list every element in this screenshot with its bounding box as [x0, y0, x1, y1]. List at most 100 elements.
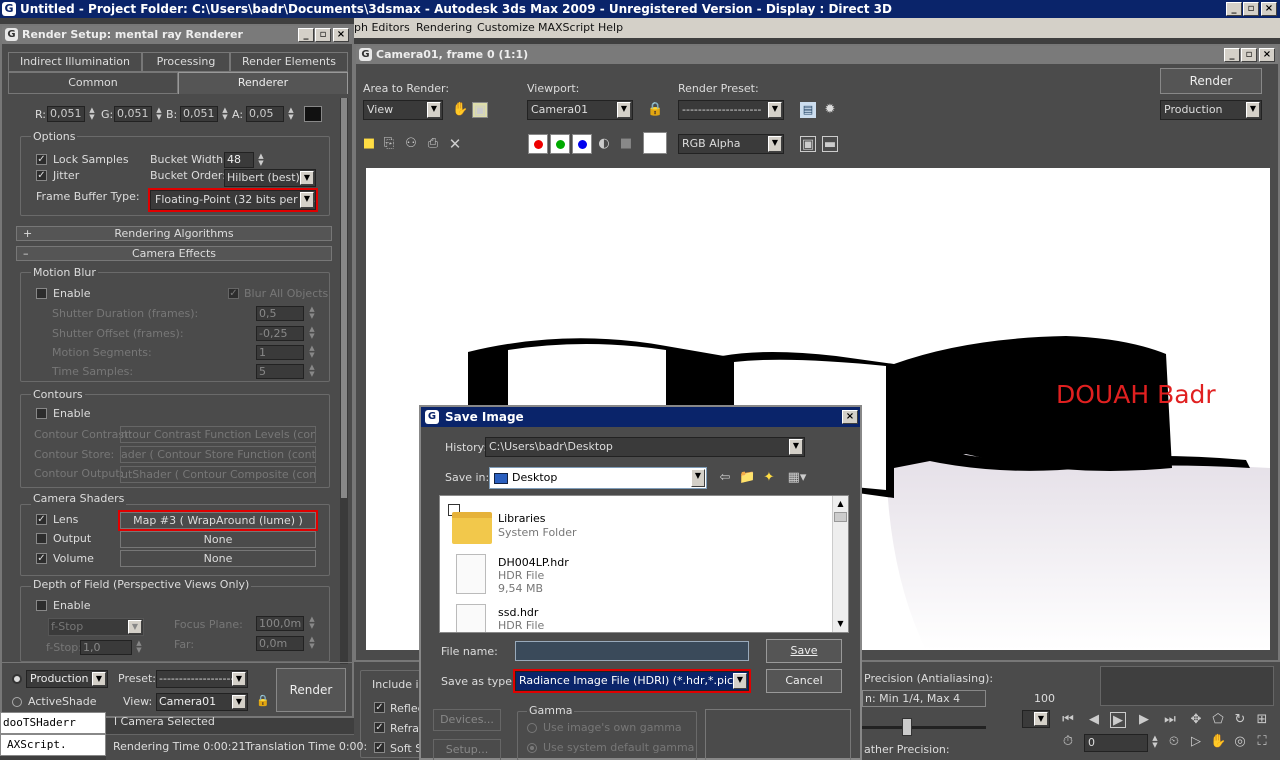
- contour-output-button[interactable]: utShader ( Contour Composite (contour) ): [120, 466, 316, 483]
- pan-icon[interactable]: ✋: [1210, 734, 1226, 750]
- fstop-spinner[interactable]: ▲ ▼: [134, 640, 144, 654]
- file-list-scrollbar[interactable]: ▲ ▼: [832, 496, 848, 632]
- focus-plane-field[interactable]: 100,0m: [256, 616, 304, 631]
- b-spinner[interactable]: ▲ ▼: [220, 107, 230, 121]
- r-spinner[interactable]: ▲ ▼: [87, 107, 97, 121]
- volume-shader-button[interactable]: None: [120, 550, 316, 567]
- view-dropdown[interactable]: Camera01 ▼: [156, 693, 248, 711]
- maxscript-listener[interactable]: dooTSHaderr: [0, 712, 106, 734]
- tab-render-elements[interactable]: Render Elements: [230, 52, 348, 72]
- viewport-dropdown[interactable]: Camera01 ▼: [527, 100, 633, 120]
- zoom-extents-icon[interactable]: ⊞: [1254, 712, 1270, 728]
- shutter-duration-field[interactable]: 0,5: [256, 306, 304, 321]
- menu-rendering[interactable]: Rendering: [416, 21, 472, 34]
- maxscript-mini[interactable]: AXScript.: [0, 734, 106, 756]
- volume-checkbox[interactable]: ✓: [36, 553, 47, 564]
- restore-button[interactable]: ▫: [315, 28, 331, 42]
- devices-button[interactable]: Devices...: [433, 709, 501, 731]
- dof-mode-dropdown[interactable]: f-Stop ▼: [48, 618, 144, 636]
- color-swatch[interactable]: [304, 106, 322, 122]
- view-menu-icon[interactable]: ▦▾: [785, 470, 809, 486]
- gamma-default-radio[interactable]: [527, 743, 537, 753]
- key-mode-dropdown[interactable]: ▼: [1022, 710, 1050, 728]
- motion-segments-spinner[interactable]: ▲ ▼: [307, 345, 317, 359]
- clone-window-icon[interactable]: ⚇: [403, 136, 419, 152]
- restore-button[interactable]: ▫: [1241, 48, 1257, 62]
- gamma-own-radio[interactable]: [527, 723, 537, 733]
- reflect-checkbox[interactable]: ✓: [374, 702, 385, 713]
- toggle-ui-overlay-icon[interactable]: ▣: [800, 136, 816, 152]
- contours-enable-checkbox[interactable]: [36, 408, 47, 419]
- back-arrow-icon[interactable]: ⇦: [717, 470, 733, 486]
- bucket-width-field[interactable]: 48: [224, 152, 254, 168]
- soft-checkbox[interactable]: ✓: [374, 742, 385, 753]
- production-radio[interactable]: [12, 674, 22, 684]
- region-select-icon[interactable]: ▣: [472, 102, 488, 118]
- close-button[interactable]: ×: [1261, 2, 1277, 16]
- minimize-button[interactable]: _: [1226, 2, 1242, 16]
- preset-dropdown[interactable]: -------------------- ▼: [156, 670, 248, 688]
- blur-all-objects-checkbox[interactable]: ✓: [228, 288, 239, 299]
- frame-production-dropdown[interactable]: Production ▼: [1160, 100, 1262, 120]
- refract-checkbox[interactable]: ✓: [374, 722, 385, 733]
- lens-checkbox[interactable]: ✓: [36, 514, 47, 525]
- render-setup-scrollbar[interactable]: [340, 98, 348, 664]
- shutter-offset-field[interactable]: -0,25: [256, 326, 304, 341]
- lock-icon[interactable]: 🔒: [647, 102, 663, 118]
- production-dropdown[interactable]: Production ▼: [26, 670, 108, 688]
- a-spinner[interactable]: ▲ ▼: [286, 107, 296, 121]
- a-field[interactable]: 0,05: [246, 106, 284, 122]
- motion-segments-field[interactable]: 1: [256, 345, 304, 360]
- blue-channel-button[interactable]: [572, 134, 592, 154]
- hand-pan-icon[interactable]: ✋: [452, 102, 468, 118]
- go-to-end-icon[interactable]: ⏭: [1162, 712, 1178, 728]
- setup-button[interactable]: Setup...: [433, 739, 501, 760]
- play-icon[interactable]: ▶: [1110, 712, 1126, 728]
- maximize-viewport-icon[interactable]: ⛶: [1254, 734, 1270, 750]
- copy-image-icon[interactable]: ⎘: [381, 136, 397, 152]
- precision-slider-track[interactable]: [862, 726, 986, 729]
- dolly-icon[interactable]: ▷: [1188, 734, 1204, 750]
- shutter-offset-spinner[interactable]: ▲ ▼: [307, 326, 317, 340]
- menu-maxscript[interactable]: MAXScript: [538, 21, 594, 34]
- minimize-button[interactable]: _: [1224, 48, 1240, 62]
- motion-blur-enable-checkbox[interactable]: [36, 288, 47, 299]
- save-in-dropdown[interactable]: Desktop ▼: [489, 467, 707, 489]
- far-spinner[interactable]: ▲ ▼: [307, 636, 317, 650]
- go-to-start-icon[interactable]: ⏮: [1060, 712, 1076, 728]
- channel-dropdown[interactable]: RGB Alpha ▼: [678, 134, 784, 154]
- filename-input[interactable]: [515, 641, 749, 661]
- print-icon[interactable]: ⎙: [425, 136, 441, 152]
- close-button[interactable]: ×: [333, 28, 349, 42]
- time-samples-field[interactable]: 5: [256, 364, 304, 379]
- up-folder-icon[interactable]: 📁: [739, 470, 755, 486]
- tab-common[interactable]: Common: [8, 72, 178, 94]
- area-to-render-dropdown[interactable]: View ▼: [363, 100, 443, 120]
- menu-customize[interactable]: Customize: [477, 21, 535, 34]
- save-as-type-dropdown[interactable]: Radiance Image File (HDRI) (*.hdr,*.pic)…: [515, 671, 749, 691]
- lock-view-icon[interactable]: 🔒: [256, 694, 270, 708]
- scroll-down-icon[interactable]: ▼: [834, 617, 847, 630]
- monochrome-icon[interactable]: ■: [618, 136, 634, 152]
- scroll-thumb[interactable]: [834, 512, 847, 522]
- green-channel-button[interactable]: [550, 134, 570, 154]
- time-slider-icon[interactable]: ⏲: [1166, 734, 1182, 750]
- tab-renderer[interactable]: Renderer: [178, 72, 348, 94]
- frame-render-button[interactable]: Render: [1160, 68, 1262, 94]
- clear-icon[interactable]: ✕: [447, 136, 463, 152]
- shutter-duration-spinner[interactable]: ▲ ▼: [307, 306, 317, 320]
- save-button[interactable]: Save: [766, 639, 842, 663]
- menu-graph-editors[interactable]: ph Editors: [354, 21, 410, 34]
- red-channel-button[interactable]: [528, 134, 548, 154]
- r-field[interactable]: 0,051: [47, 106, 85, 122]
- save-image-icon[interactable]: ■: [361, 136, 377, 152]
- file-item-dh004lp[interactable]: DH004LP.hdr HDR File 9,54 MB: [446, 552, 826, 596]
- cancel-button[interactable]: Cancel: [766, 669, 842, 693]
- toggle-ui-icon[interactable]: ▬: [822, 136, 838, 152]
- menu-help[interactable]: Help: [598, 21, 623, 34]
- time-samples-spinner[interactable]: ▲ ▼: [307, 364, 317, 378]
- contour-contrast-button[interactable]: ntour Contrast Function Levels (contour)…: [120, 426, 316, 443]
- color-swatch-white[interactable]: [643, 132, 667, 154]
- lock-samples-checkbox[interactable]: ✓: [36, 154, 47, 165]
- output-checkbox[interactable]: [36, 533, 47, 544]
